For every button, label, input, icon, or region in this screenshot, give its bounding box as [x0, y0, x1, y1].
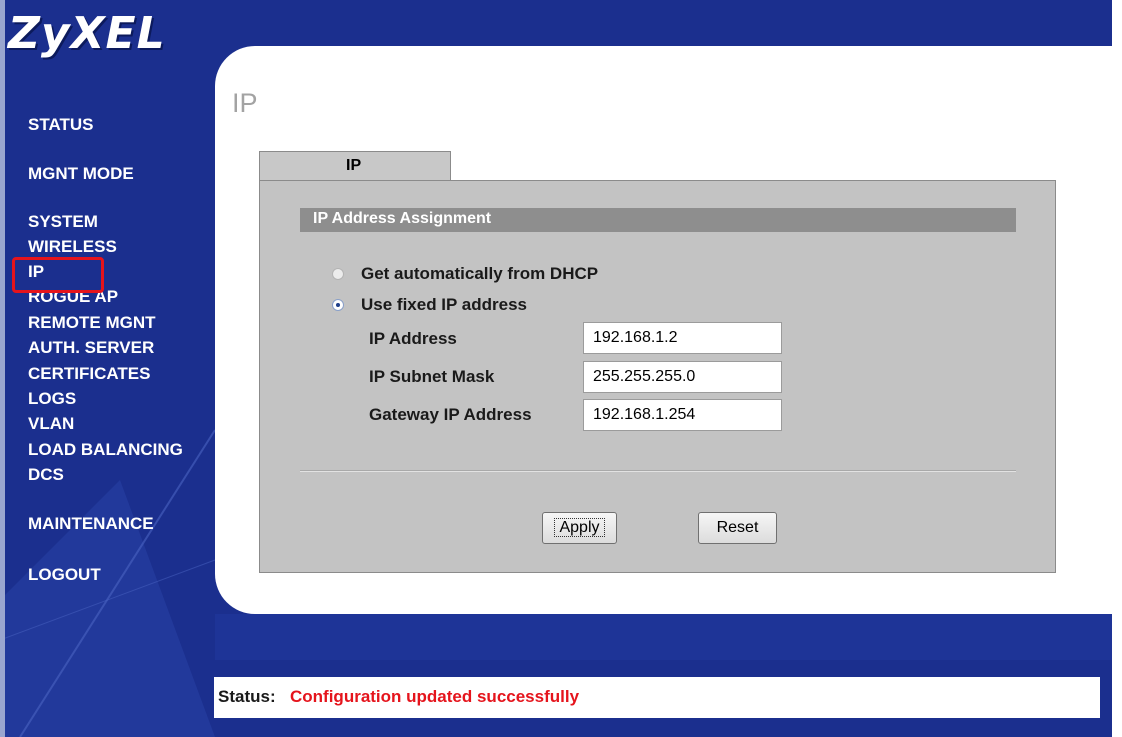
app-window: ZyXEL STATUS MGNT MODE SYSTEM WIRELESS I… [0, 0, 1122, 737]
nav-maintenance[interactable]: MAINTENANCE [28, 514, 154, 534]
nav-load-balancing[interactable]: LOAD BALANCING [28, 440, 183, 460]
nav-dcs[interactable]: DCS [28, 465, 64, 485]
zyxel-logo: ZyXEL [8, 8, 166, 59]
page-title: IP [232, 88, 258, 118]
gateway-label: Gateway IP Address [369, 405, 532, 424]
nav-auth-server[interactable]: AUTH. SERVER [28, 338, 154, 358]
window-left-border [0, 0, 5, 737]
apply-button-label[interactable]: Apply [554, 518, 605, 537]
gateway-field[interactable]: 192.168.1.254 [583, 399, 782, 431]
ip-address-label: IP Address [369, 329, 457, 348]
reset-button[interactable]: Reset [698, 512, 777, 544]
dhcp-radio[interactable] [332, 268, 344, 280]
nav-selection-highlight [12, 257, 104, 293]
nav-wireless[interactable]: WIRELESS [28, 237, 117, 257]
section-title: IP Address Assignment [313, 210, 492, 227]
apply-button[interactable]: Apply [542, 512, 617, 544]
status-label: Status: [218, 687, 276, 706]
nav-mgnt-mode[interactable]: MGNT MODE [28, 164, 134, 184]
fixed-ip-radio[interactable] [332, 299, 344, 311]
ip-address-field[interactable]: 192.168.1.2 [583, 322, 782, 354]
fixed-ip-label: Use fixed IP address [361, 295, 527, 314]
tab-ip-label[interactable]: IP [346, 157, 361, 175]
nav-status[interactable]: STATUS [28, 115, 93, 135]
nav-system[interactable]: SYSTEM [28, 212, 98, 232]
nav-logout[interactable]: LOGOUT [28, 565, 101, 585]
divider [300, 470, 1016, 472]
dhcp-label: Get automatically from DHCP [361, 264, 599, 283]
nav-vlan[interactable]: VLAN [28, 414, 74, 434]
status-message: Configuration updated successfully [290, 687, 580, 706]
nav-certificates[interactable]: CERTIFICATES [28, 364, 150, 384]
subnet-mask-label: IP Subnet Mask [369, 367, 495, 386]
nav-logs[interactable]: LOGS [28, 389, 76, 409]
subnet-mask-field[interactable]: 255.255.255.0 [583, 361, 782, 393]
nav-remote-mgnt[interactable]: REMOTE MGNT [28, 313, 156, 333]
